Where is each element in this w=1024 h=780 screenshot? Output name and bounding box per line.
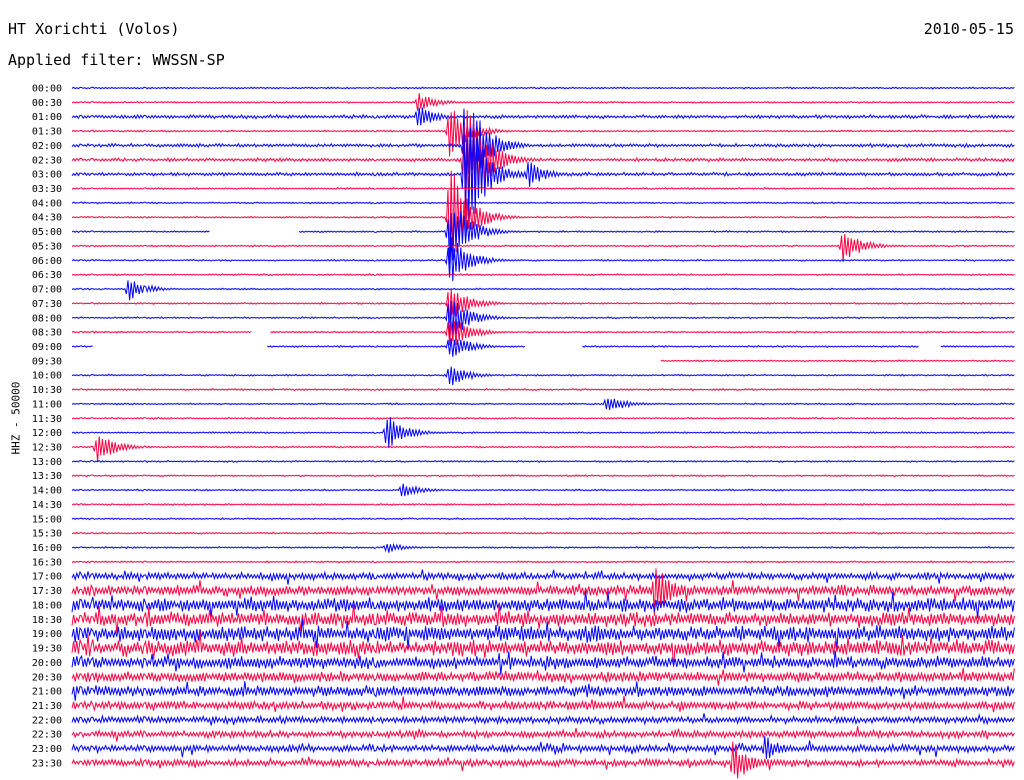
seismic-trace-row [71,517,1015,521]
seismic-trace-row [71,436,1015,463]
seismic-trace-row [71,86,1015,90]
row-time-label: 07:30 [32,299,62,310]
row-time-label: 02:30 [32,155,62,166]
seismic-trace-row [71,531,1015,535]
seismic-trace-row [71,474,1015,478]
row-time-label: 18:00 [32,600,62,611]
seismic-trace-row [71,416,1015,420]
row-time-label: 09:00 [32,342,62,353]
row-time-label: 05:00 [32,227,62,238]
seismic-trace-row [71,186,1015,191]
seismic-trace-row [71,111,1015,157]
row-time-label: 13:30 [32,471,62,482]
seismic-trace-row [71,107,1015,126]
row-time-label: 13:00 [32,457,62,468]
seismic-trace-row [71,93,1015,111]
helicorder-plot: 00:00 00:30 01:00 01:30 02:00 02:30 03:00 03:30… [32,84,1015,779]
row-time-label: 00:30 [32,98,62,109]
row-time-label: 10:00 [32,371,62,382]
row-time-label: 15:00 [32,514,62,525]
seismic-trace-row [71,201,1015,205]
row-time-label: 20:00 [32,658,62,669]
row-time-label: 22:30 [32,730,62,741]
seismic-trace-row [71,273,1015,277]
row-time-label: 05:30 [32,241,62,252]
row-time-label: 07:00 [32,285,62,296]
seismic-trace-row [71,338,1015,357]
row-time-label: 10:30 [32,385,62,396]
row-time-label: 19:30 [32,644,62,655]
seismic-trace-row [71,366,1015,386]
row-time-label: 17:30 [32,586,62,597]
seismic-trace-row [71,713,1015,726]
row-time-label: 12:00 [32,428,62,439]
row-time-label: 06:00 [32,256,62,267]
seismic-trace-row [71,650,1015,675]
seismic-trace-row [71,590,1015,619]
row-time-label: 21:30 [32,701,62,712]
seismic-trace-row [71,695,1015,713]
seismic-trace-row [71,211,1015,266]
row-time-label: 12:30 [32,443,62,454]
seismic-trace-row [71,459,1015,463]
row-time-label: 08:00 [32,313,62,324]
row-time-label: 23:00 [32,744,62,755]
seismic-trace-row [71,569,1015,585]
row-time-label: 22:00 [32,715,62,726]
row-time-label: 14:00 [32,486,62,497]
row-time-label: 11:00 [32,399,62,410]
row-time-label: 15:30 [32,529,62,540]
seismic-trace-row [71,234,1015,263]
seismic-trace-row [71,736,1015,759]
seismic-trace-row [71,668,1015,686]
row-time-label: 19:00 [32,629,62,640]
seismic-trace-row [71,681,1015,701]
seismic-trace-row [71,502,1015,507]
seismic-trace-row [71,300,1015,342]
seismic-trace-row [71,110,1015,229]
seismic-trace-row [71,387,1015,392]
row-time-label: 06:30 [32,270,62,281]
row-time-label: 02:00 [32,141,62,152]
seismic-trace-row [71,417,1015,448]
seismic-trace-row [71,560,1015,564]
row-time-label: 01:00 [32,112,62,123]
row-time-label: 03:30 [32,184,62,195]
row-time-label: 14:30 [32,500,62,511]
row-time-label: 21:00 [32,687,62,698]
row-time-label: 03:00 [32,170,62,181]
seismic-trace-row [660,359,1015,363]
seismic-trace-row [71,280,1015,301]
seismic-trace-row [71,321,1015,346]
row-time-label: 23:30 [32,758,62,769]
seismic-trace-row [71,127,1015,223]
row-time-label: 18:30 [32,615,62,626]
row-time-label: 01:30 [32,127,62,138]
row-time-label: 00:00 [32,84,62,95]
row-time-label: 17:00 [32,572,62,583]
seismic-trace-row [71,483,1015,497]
seismic-trace-row [71,398,1015,410]
row-time-label: 04:30 [32,213,62,224]
row-time-label: 08:30 [32,328,62,339]
row-time-label: 09:30 [32,356,62,367]
row-time-label: 16:30 [32,557,62,568]
trace-group [71,86,1015,779]
seismic-trace-row [71,542,1015,553]
row-time-label: 04:00 [32,198,62,209]
seismic-trace-row [71,726,1015,742]
row-time-label: 20:30 [32,672,62,683]
row-time-label: 16:00 [32,543,62,554]
row-time-label: 11:30 [32,414,62,425]
